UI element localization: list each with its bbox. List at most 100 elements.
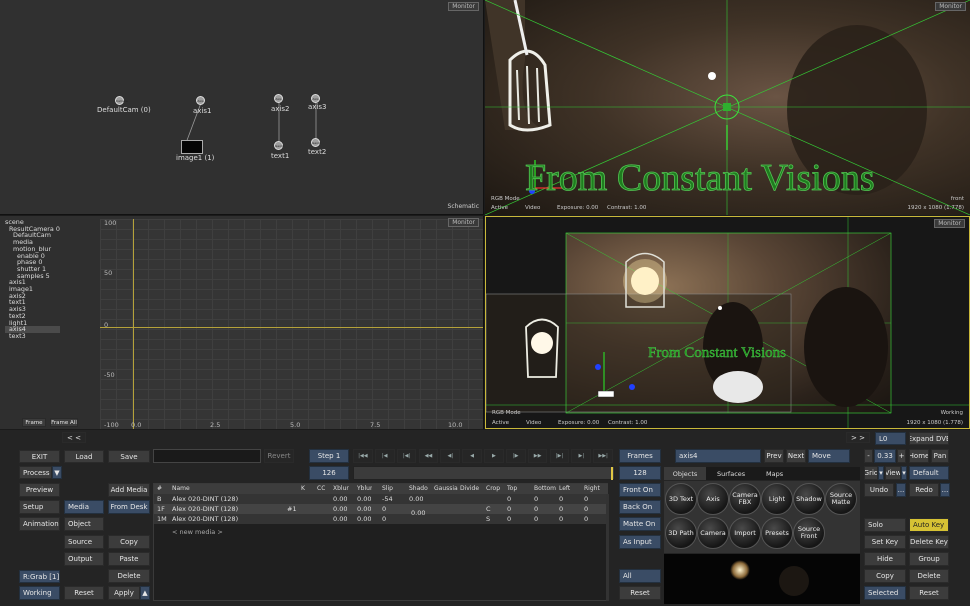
zoom-minus-button[interactable]: - (864, 449, 873, 463)
transport-button[interactable]: |◀| (396, 449, 417, 463)
source-front-button[interactable]: Source Front (793, 517, 825, 549)
front-video[interactable]: Video (525, 205, 540, 211)
node-name-field[interactable]: axis4 (675, 449, 761, 463)
table-header-cell[interactable]: Top (507, 485, 517, 492)
setup-button[interactable]: Setup (19, 500, 60, 514)
set-key-button[interactable]: Set Key (864, 535, 906, 549)
camera-button[interactable]: Camera (697, 517, 729, 549)
transport-button[interactable]: ◀| (440, 449, 461, 463)
table-header-cell[interactable]: Slip (382, 485, 393, 492)
working-viewport[interactable]: From Constant Visions Monitor RGB Mode A… (485, 216, 970, 429)
schematic-panel[interactable]: Monitor Camera DefaultCam (0) Axis axis1… (0, 0, 484, 215)
matte-on-button[interactable]: Matte On (619, 517, 661, 531)
front-monitor-button[interactable]: Monitor (935, 2, 966, 11)
table-row[interactable]: 1F Alex 020-DINT (128) #1 0.00 0.00 0 C 0 0 0 0 (154, 504, 606, 514)
delete-node-button[interactable]: Delete (909, 569, 949, 583)
3d-path-button[interactable]: 3D Path (665, 517, 697, 549)
all-button[interactable]: All (619, 569, 661, 583)
home-button[interactable]: Home (909, 449, 929, 463)
transport-button[interactable]: |◀◀ (353, 449, 373, 463)
transport-button[interactable]: |▶ (505, 449, 526, 463)
table-header-cell[interactable]: Yblur (357, 485, 372, 492)
channel-tree[interactable]: scene ResultCamera 0 DefaultCam media motion… (5, 219, 60, 340)
front-on-button[interactable]: Front On (619, 483, 661, 497)
source-matte-button[interactable]: Source Matte (825, 483, 857, 515)
frame-button[interactable]: Frame (22, 418, 46, 427)
media-table[interactable]: # Name K CC Xblur Yblur Slip Shado Gaussia Divide… (153, 483, 609, 601)
table-header-cell[interactable]: K (301, 485, 305, 492)
default-button[interactable]: Default (909, 466, 949, 480)
camera-fbx-button[interactable]: Camera FBX (729, 483, 761, 515)
working-monitor-button[interactable]: Monitor (934, 219, 965, 228)
media-tab-button[interactable]: Media (64, 500, 104, 514)
new-media-row[interactable]: < new media > (172, 528, 223, 536)
delete-media-button[interactable]: Delete (108, 569, 150, 583)
axis2-node[interactable]: Axis (274, 94, 283, 103)
text1-node[interactable]: Geom (274, 141, 284, 150)
prev-button[interactable]: Prev (764, 449, 784, 463)
step-button[interactable]: Step 1 (309, 449, 349, 463)
axis1-node[interactable]: Axis (196, 96, 205, 105)
apply-button[interactable]: Apply (108, 586, 140, 600)
transport-button[interactable]: ◀ (462, 449, 482, 463)
undo-button[interactable]: Undo (864, 483, 894, 497)
delete-key-button[interactable]: Delete Key (909, 535, 949, 549)
next-button[interactable]: Next (786, 449, 806, 463)
table-scrollbar[interactable] (606, 494, 609, 601)
transport-button[interactable]: |◀ (374, 449, 395, 463)
axis3-node[interactable]: Axis (311, 94, 320, 103)
shadow-button[interactable]: Shadow (793, 483, 825, 515)
table-header-cell[interactable]: Gaussia (434, 485, 458, 492)
transport-button[interactable]: ▶▶ (527, 449, 548, 463)
reset-side-button[interactable]: Reset (619, 586, 661, 600)
table-header-cell[interactable]: # (157, 485, 162, 492)
animation-monitor-button[interactable]: Monitor (448, 218, 479, 227)
transport-button[interactable]: ▶▶| (593, 449, 613, 463)
table-header-cell[interactable]: Name (172, 485, 190, 492)
frame-all-button[interactable]: Frame All (50, 418, 78, 427)
working-active[interactable]: Active (492, 420, 509, 426)
curve-grid[interactable] (100, 219, 483, 429)
text2-node[interactable]: Geom (311, 138, 321, 147)
transport-button[interactable]: ◀◀ (418, 449, 439, 463)
expand-dve-button[interactable]: Expand DVE (909, 432, 949, 445)
animation-button[interactable]: Animation (19, 517, 60, 531)
channel-tree-item[interactable]: text3 (5, 333, 60, 340)
table-header-cell[interactable]: Right (584, 485, 600, 492)
preview-button[interactable]: Preview (19, 483, 60, 497)
defaultcam-node[interactable]: Camera (115, 96, 128, 105)
table-header-cell[interactable]: Crop (486, 485, 500, 492)
view-dropdown-button[interactable]: ▾ (901, 466, 907, 480)
add-media-button[interactable]: Add Media (108, 483, 150, 497)
light-button[interactable]: Light (761, 483, 793, 515)
paste-media-button[interactable]: Paste (108, 552, 150, 566)
object-tab-button[interactable]: Object (64, 517, 104, 531)
nav-right-button[interactable]: > > (846, 432, 870, 443)
layer-field[interactable]: L0 (875, 432, 906, 445)
undo-list-button[interactable]: ... (896, 483, 906, 497)
axis-button[interactable]: Axis (697, 483, 729, 515)
frames-value-field[interactable]: 128 (619, 466, 661, 480)
reset-right-button[interactable]: Reset (909, 586, 949, 600)
redo-list-button[interactable]: ... (940, 483, 950, 497)
zoom-plus-button[interactable]: + (897, 449, 906, 463)
timeline-cursor[interactable] (611, 467, 613, 480)
table-header-cell[interactable]: CC (317, 485, 325, 492)
copy-media-button[interactable]: Copy (108, 535, 150, 549)
transport-button[interactable]: ▶| (571, 449, 592, 463)
revert-button[interactable]: Revert (264, 449, 294, 463)
back-on-button[interactable]: Back On (619, 500, 661, 514)
front-viewport[interactable]: From Constant Visions Monitor RGB Mode A… (485, 0, 970, 215)
grab-button[interactable]: R:Grab [1] (19, 570, 60, 583)
copy-node-button[interactable]: Copy (864, 569, 906, 583)
working-button[interactable]: Working (19, 586, 60, 600)
from-desk-button[interactable]: From Desk (108, 500, 150, 514)
selected-button[interactable]: Selected (864, 586, 906, 600)
tab-objects[interactable]: Objects (664, 467, 706, 480)
process-button[interactable]: Process (19, 466, 52, 479)
exit-button[interactable]: EXIT (19, 450, 60, 463)
tab-surfaces[interactable]: Surfaces (717, 470, 745, 478)
table-header-cell[interactable]: Xblur (333, 485, 349, 492)
zoom-field[interactable]: 0.33 (874, 449, 896, 463)
pan-button[interactable]: Pan (931, 449, 949, 463)
